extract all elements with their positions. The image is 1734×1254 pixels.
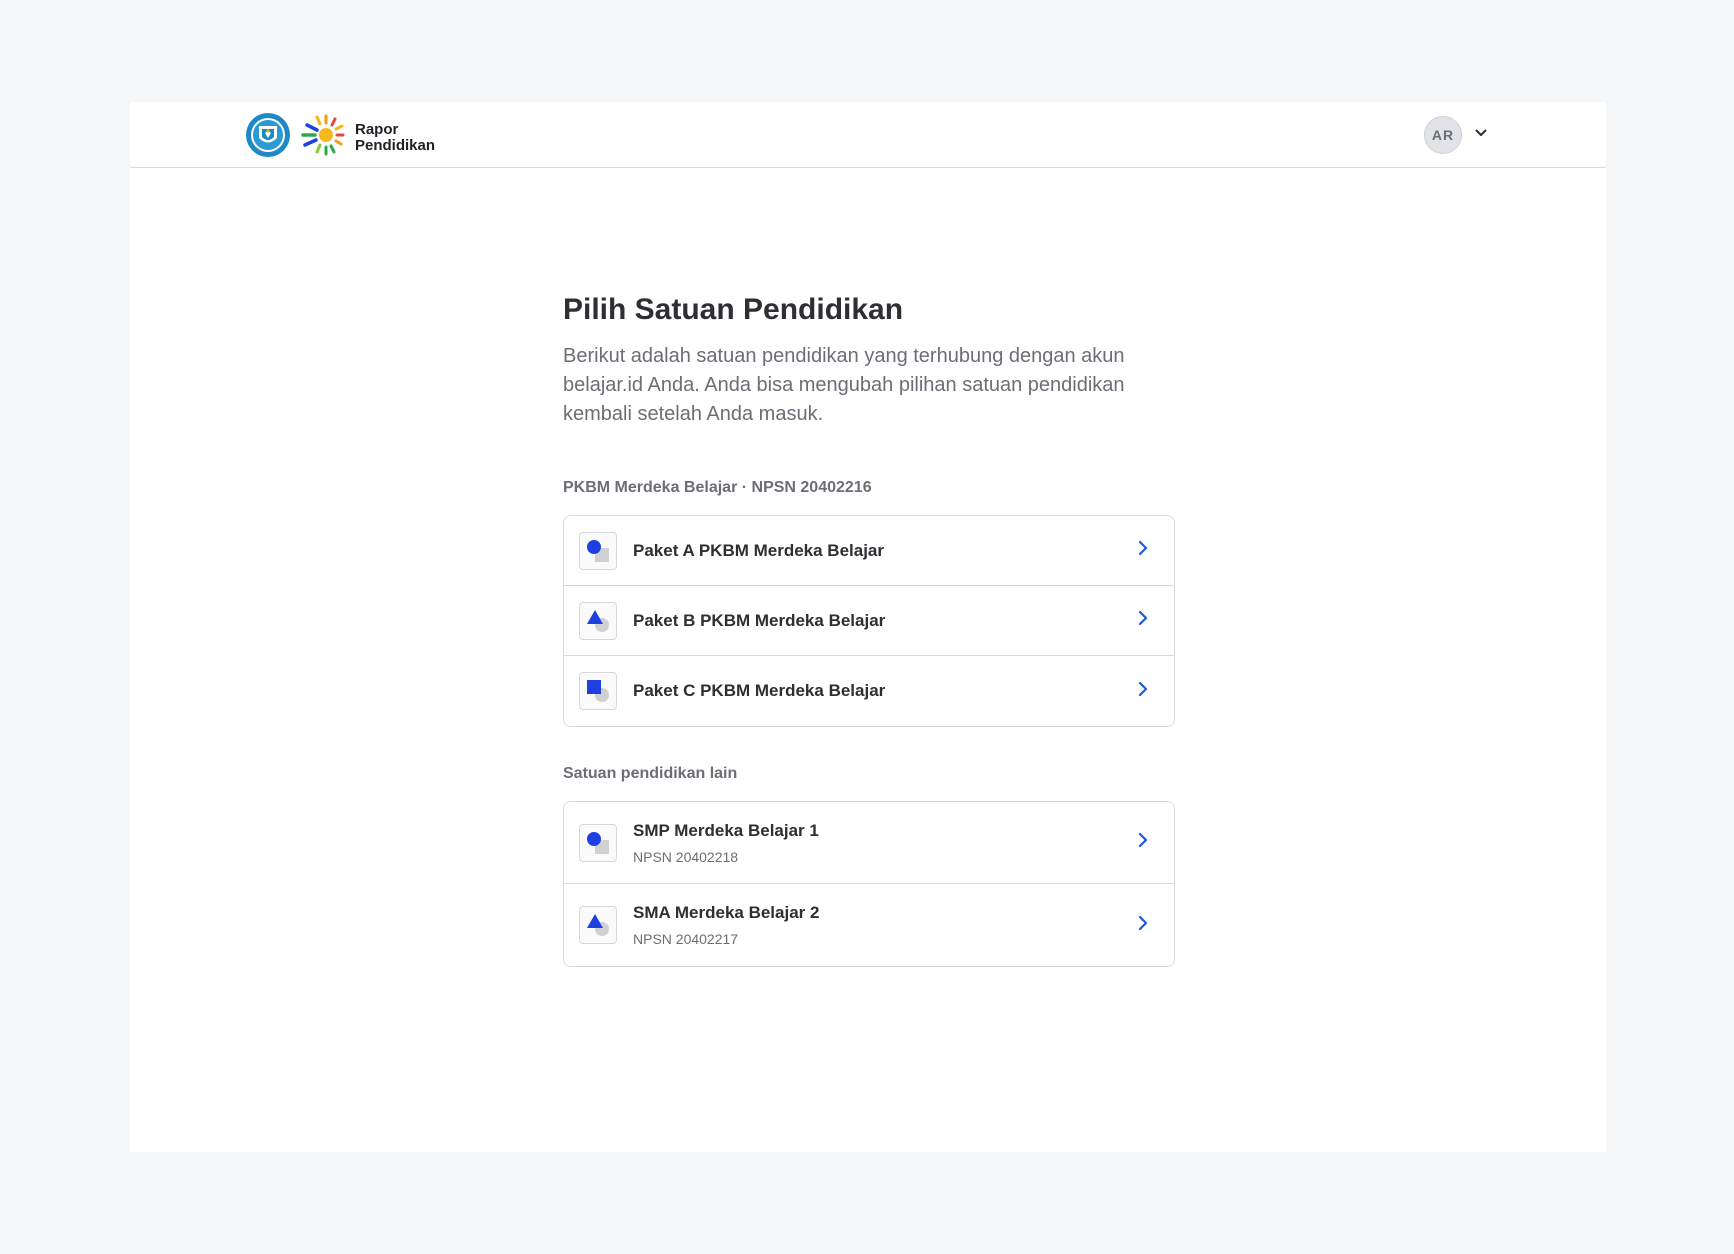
pkbm-unit-list: Paket A PKBM Merdeka Belajar Paket B PKB… [563, 515, 1175, 727]
chevron-right-icon[interactable] [1136, 610, 1150, 631]
list-item-paket-a[interactable]: Paket A PKBM Merdeka Belajar [564, 516, 1174, 586]
list-item-text: Paket A PKBM Merdeka Belajar [633, 541, 1136, 561]
brand-name: Rapor Pendidikan [355, 120, 436, 154]
brand[interactable]: Rapor Pendidikan [245, 111, 435, 164]
triangle-circle-icon [579, 906, 617, 944]
brand-line-2: Pendidikan [355, 136, 436, 154]
list-item-paket-c[interactable]: Paket C PKBM Merdeka Belajar [564, 656, 1174, 726]
list-item-title: Paket A PKBM Merdeka Belajar [633, 540, 885, 560]
section-label-other: Satuan pendidikan lain [563, 765, 738, 782]
list-item-smp[interactable]: SMP Merdeka Belajar 1 NPSN 20402218 [564, 802, 1174, 884]
chevron-right-icon[interactable] [1136, 540, 1150, 561]
main-content: Pilih Satuan Pendidikan Berikut adalah s… [563, 292, 1175, 967]
triangle-circle-icon [579, 601, 617, 640]
list-item-text: SMA Merdeka Belajar 2 NPSN 20402217 [633, 903, 1136, 947]
app-window: Rapor Pendidikan AR Pilih Satuan Pendidi… [130, 102, 1606, 1152]
list-item-npsn: NPSN 20402217 [633, 931, 739, 947]
intro-text: Berikut adalah satuan pendidikan yang te… [563, 345, 1125, 425]
page-title: Pilih Satuan Pendidikan [563, 293, 904, 326]
brand-line-1: Rapor [355, 120, 399, 138]
square-circle-icon [579, 672, 617, 710]
other-unit-list: SMP Merdeka Belajar 1 NPSN 20402218 SMA … [563, 801, 1175, 967]
list-item-title: SMA Merdeka Belajar 2 [633, 903, 820, 922]
avatar[interactable]: AR [1424, 116, 1462, 154]
list-item-title: Paket B PKBM Merdeka Belajar [633, 610, 886, 630]
chevron-right-icon[interactable] [1136, 832, 1150, 853]
list-item-title: SMP Merdeka Belajar 1 [633, 820, 819, 840]
list-item-text: Paket B PKBM Merdeka Belajar [633, 611, 1136, 631]
user-menu[interactable]: AR [1424, 116, 1488, 154]
kemdikbud-logo-icon [245, 112, 291, 163]
rapor-pendidikan-sun-icon [299, 111, 347, 164]
chevron-right-icon[interactable] [1136, 681, 1150, 702]
chevron-right-icon[interactable] [1136, 915, 1150, 936]
list-item-text: SMP Merdeka Belajar 1 NPSN 20402218 [633, 821, 1136, 865]
list-item-text: Paket C PKBM Merdeka Belajar [633, 681, 1136, 701]
section-label-pkbm: PKBM Merdeka Belajar · NPSN 20402216 [563, 479, 872, 496]
list-item-sma[interactable]: SMA Merdeka Belajar 2 NPSN 20402217 [564, 884, 1174, 966]
circle-square-icon [579, 823, 617, 862]
chevron-down-icon[interactable] [1474, 126, 1488, 145]
list-item-title: Paket C PKBM Merdeka Belajar [633, 681, 886, 700]
list-item-npsn: NPSN 20402218 [633, 848, 739, 865]
list-item-paket-b[interactable]: Paket B PKBM Merdeka Belajar [564, 586, 1174, 656]
top-navigation-bar: Rapor Pendidikan AR [130, 102, 1606, 168]
circle-square-icon [579, 531, 617, 570]
